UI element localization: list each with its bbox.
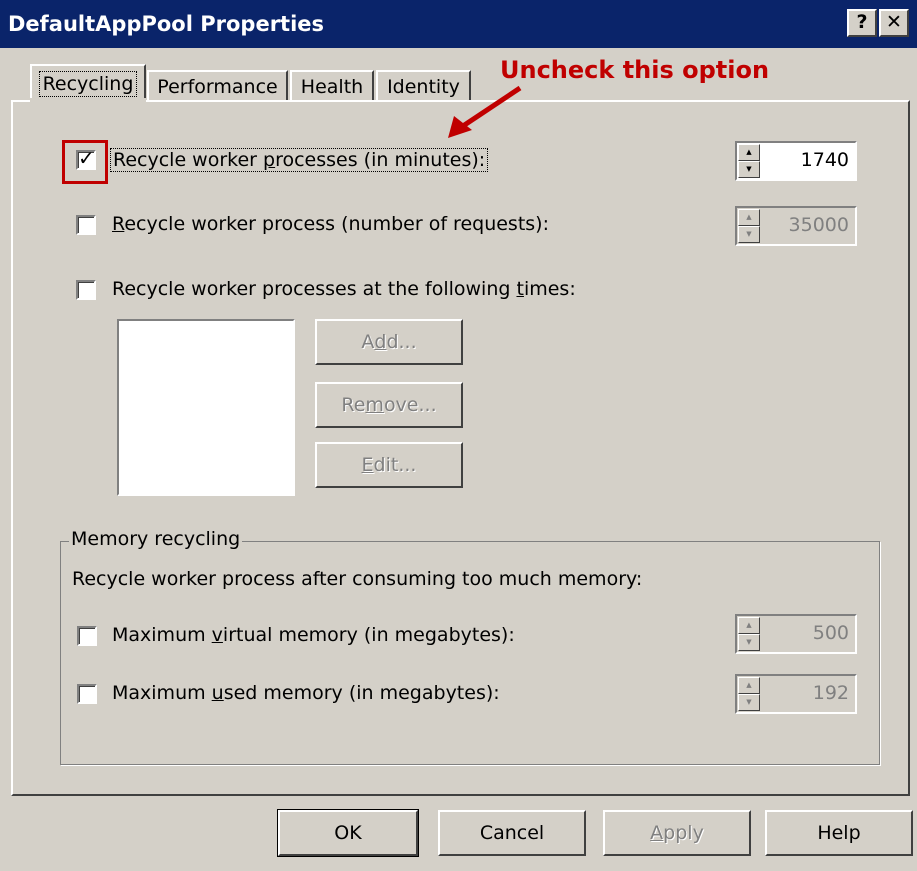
- spinner-value: 1740: [800, 149, 849, 171]
- spin-up-button[interactable]: ▲: [738, 617, 760, 634]
- max-used-memory-spinner[interactable]: ▲ ▼ 192: [735, 674, 857, 714]
- max-virtual-memory-checkbox[interactable]: [77, 626, 97, 646]
- tab-join: [30, 98, 146, 104]
- window-title: DefaultAppPool Properties: [8, 12, 325, 36]
- spin-up-button[interactable]: ▲: [738, 144, 760, 161]
- recycle-requests-spinner[interactable]: ▲ ▼ 35000: [735, 206, 857, 246]
- tab-label: Health: [300, 76, 364, 98]
- remove-time-button[interactable]: Re m ove...: [315, 382, 463, 428]
- spin-down-button[interactable]: ▼: [738, 161, 760, 178]
- recycle-requests-checkbox[interactable]: [76, 215, 96, 235]
- add-time-button[interactable]: Ad d...: [315, 319, 463, 365]
- spin-down-button[interactable]: ▼: [738, 226, 760, 243]
- tab-recycling[interactable]: Recycling: [30, 64, 146, 102]
- tab-label: Performance: [157, 76, 278, 98]
- annotation-highlight-box: [62, 140, 108, 184]
- apply-button[interactable]: Apply: [603, 810, 751, 856]
- cancel-button[interactable]: Cancel: [438, 810, 586, 856]
- ok-button[interactable]: OK: [277, 809, 419, 857]
- help-title-button[interactable]: ?: [847, 9, 877, 37]
- recycle-minutes-spinner[interactable]: ▲ ▼ 1740: [735, 141, 857, 181]
- max-used-memory-checkbox[interactable]: [77, 684, 97, 704]
- recycle-times-label[interactable]: Recycle worker processes at the followin…: [112, 278, 576, 300]
- max-virtual-memory-label[interactable]: Maximum virtual memory (in megabytes):: [112, 624, 515, 646]
- recycle-times-list[interactable]: [117, 319, 295, 496]
- memory-recycling-title: Memory recycling: [69, 528, 243, 550]
- spinner-value: 35000: [788, 214, 849, 236]
- close-button[interactable]: ✕: [879, 9, 909, 37]
- annotation-text: Uncheck this option: [500, 56, 770, 84]
- tab-health[interactable]: Health: [290, 70, 374, 102]
- edit-time-button[interactable]: Edit...: [315, 442, 463, 488]
- recycle-minutes-label[interactable]: Recycle worker processes (in minutes):: [110, 148, 489, 172]
- title-bar: DefaultAppPool Properties ? ✕: [0, 0, 917, 48]
- recycle-requests-label[interactable]: Recycle worker process (number of reques…: [112, 213, 549, 235]
- spin-down-button[interactable]: ▼: [738, 634, 760, 651]
- help-button[interactable]: Help: [765, 810, 913, 856]
- tab-label: Recycling: [38, 71, 138, 97]
- spin-up-button[interactable]: ▲: [738, 677, 760, 694]
- spin-up-button[interactable]: ▲: [738, 209, 760, 226]
- tab-performance[interactable]: Performance: [147, 70, 288, 102]
- recycle-times-checkbox[interactable]: [76, 280, 96, 300]
- spinner-value: 500: [812, 622, 849, 644]
- annotation-arrow-icon: [448, 85, 522, 138]
- memory-description: Recycle worker process after consuming t…: [72, 568, 643, 590]
- max-virtual-memory-spinner[interactable]: ▲ ▼ 500: [735, 614, 857, 654]
- spin-down-button[interactable]: ▼: [738, 694, 760, 711]
- spinner-value: 192: [812, 682, 849, 704]
- max-used-memory-label[interactable]: Maximum used memory (in megabytes):: [112, 682, 500, 704]
